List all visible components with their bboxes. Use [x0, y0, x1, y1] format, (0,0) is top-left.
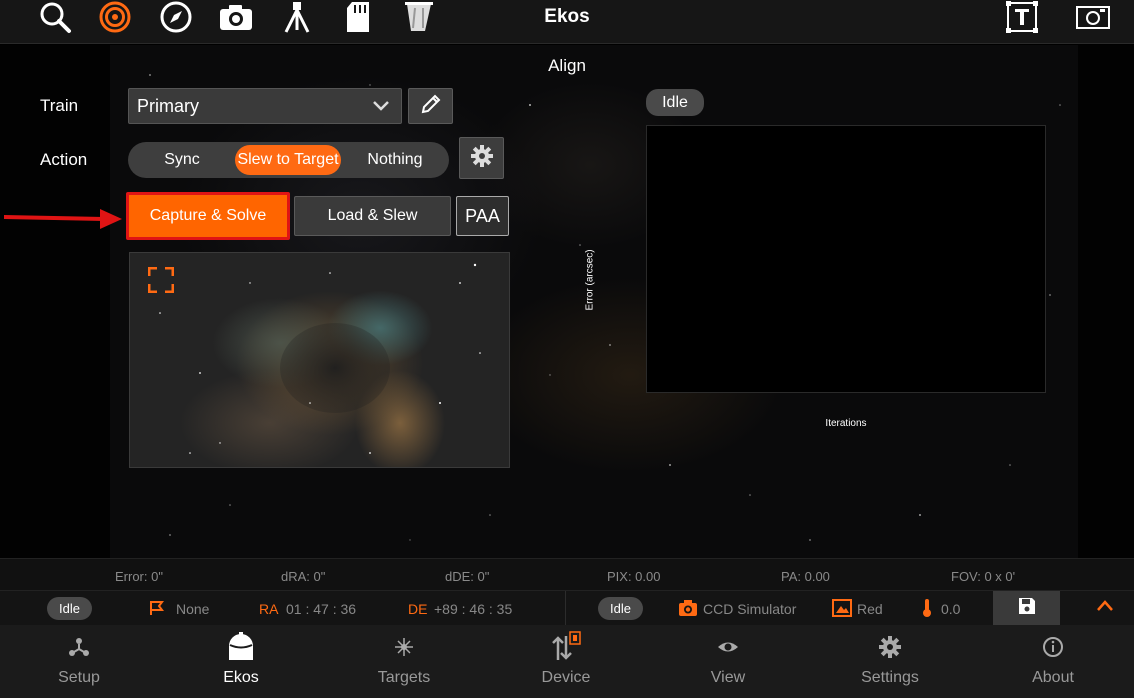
pier-side-icon [148, 599, 166, 620]
bottom-navigation: Setup Ekos Targets Device View Settings [0, 625, 1134, 698]
capture-solve-button[interactable]: Capture & Solve [126, 192, 290, 240]
action-option-sync[interactable]: Sync [136, 145, 228, 175]
text-box-icon[interactable] [1002, 0, 1042, 34]
device-icon [550, 625, 582, 669]
highlight-arrow [2, 205, 124, 234]
error-plot [646, 125, 1046, 393]
solution-stats-bar: Error: 0" dRA: 0" dDE: 0" PIX: 0.00 PA: … [0, 558, 1134, 590]
de-value: +89 : 46 : 35 [434, 601, 513, 617]
align-settings-button[interactable] [459, 137, 504, 179]
pencil-icon [419, 92, 443, 121]
nav-item-settings[interactable]: Settings [835, 625, 945, 698]
pier-side-value: None [176, 601, 210, 617]
fov-stat: FOV: 0 x 0' [951, 569, 1016, 584]
gear-icon [470, 144, 494, 173]
ekos-icon [226, 625, 256, 669]
action-option-slew-to-target[interactable]: Slew to Target [235, 145, 341, 175]
dde-stat: dDE: 0" [445, 569, 490, 584]
pix-stat: PIX: 0.00 [607, 569, 661, 584]
camera-status-badge: Idle [598, 597, 643, 620]
paa-button[interactable]: PAA [456, 196, 509, 236]
fullscreen-icon[interactable] [147, 266, 175, 298]
align-status-badge: Idle [646, 89, 704, 116]
tripod-icon[interactable] [277, 0, 317, 34]
nav-item-setup[interactable]: Setup [24, 625, 134, 698]
plot-y-axis-label: Error (arcsec) [584, 249, 596, 311]
search-icon[interactable] [35, 0, 75, 34]
app-title: Ekos [544, 6, 590, 27]
chevron-up-icon[interactable] [1096, 599, 1114, 616]
nav-item-targets[interactable]: Targets [349, 625, 459, 698]
pa-stat: PA: 0.00 [781, 569, 830, 584]
error-stat: Error: 0" [115, 569, 163, 584]
train-select-value: Primary [137, 95, 199, 116]
dra-stat: dRA: 0" [281, 569, 326, 584]
screenshot-icon[interactable] [1073, 0, 1113, 34]
device-status-bar: Idle None RA 01 : 47 : 36 DE +89 : 46 : … [0, 590, 1134, 626]
camera-small-icon [678, 599, 698, 620]
nav-label-setup: Setup [58, 669, 100, 686]
nav-label-about: About [1032, 669, 1074, 686]
chevron-down-icon [371, 95, 391, 120]
nav-label-ekos: Ekos [223, 669, 259, 686]
trash-icon[interactable] [398, 0, 438, 34]
setup-icon [67, 625, 91, 669]
action-segmented-control: Sync Slew to Target Nothing [128, 142, 449, 178]
filter-name: Red [857, 601, 883, 617]
section-title: Align [548, 56, 586, 75]
save-button[interactable] [993, 591, 1060, 626]
compass-icon[interactable] [156, 0, 196, 34]
align-image-preview[interactable] [129, 252, 510, 468]
nav-label-targets: Targets [377, 669, 431, 686]
de-label: DE [408, 601, 428, 617]
nav-item-ekos[interactable]: Ekos [186, 625, 296, 698]
nav-item-view[interactable]: View [673, 625, 783, 698]
filter-icon [832, 599, 852, 620]
plot-x-axis-label: Iterations [825, 418, 867, 429]
action-label: Action [40, 150, 88, 169]
save-icon [1018, 597, 1036, 620]
load-slew-button[interactable]: Load & Slew [294, 196, 451, 236]
ra-label: RA [259, 601, 279, 617]
nav-item-about[interactable]: About [998, 625, 1108, 698]
camera-icon[interactable] [216, 0, 256, 34]
camera-name: CCD Simulator [703, 601, 797, 617]
target-icon[interactable] [95, 0, 135, 34]
nav-item-device[interactable]: Device [511, 625, 621, 698]
top-toolbar: Ekos [0, 0, 1134, 44]
targets-icon [392, 625, 416, 669]
nav-label-device: Device [541, 669, 591, 686]
train-label: Train [40, 96, 79, 115]
status-divider [565, 591, 566, 626]
nav-label-settings: Settings [861, 669, 919, 686]
thermometer-icon [921, 598, 933, 621]
align-panel: Align Train Primary Action Sync Slew to … [0, 45, 1134, 558]
gear-icon [878, 625, 902, 669]
sd-card-icon[interactable] [338, 0, 378, 34]
info-icon [1041, 625, 1065, 669]
preview-stars [159, 263, 481, 454]
train-select[interactable]: Primary [128, 88, 402, 124]
mount-status-badge: Idle [47, 597, 92, 620]
edit-train-button[interactable] [408, 88, 453, 124]
ra-value: 01 : 47 : 36 [286, 601, 357, 617]
eye-icon [716, 625, 740, 669]
temperature-value: 0.0 [941, 601, 961, 617]
nav-label-view: View [710, 669, 746, 686]
action-option-nothing[interactable]: Nothing [348, 145, 442, 175]
